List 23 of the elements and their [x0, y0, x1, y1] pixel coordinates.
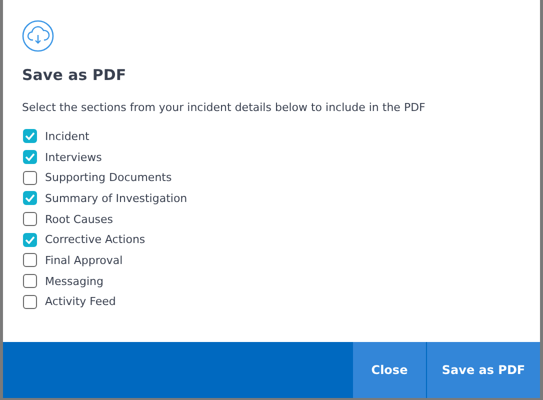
checkbox-label: Incident [45, 130, 90, 143]
checkbox-label: Interviews [45, 150, 102, 164]
checkbox[interactable] [23, 274, 37, 288]
checkbox[interactable] [23, 129, 37, 144]
checkbox[interactable] [23, 170, 37, 185]
dialog-title: Save as PDF [22, 66, 128, 84]
checkbox[interactable] [23, 150, 37, 164]
checkbox[interactable] [23, 232, 37, 247]
checkbox-label: Messaging [45, 274, 104, 288]
checkbox-label: Activity Feed [45, 295, 116, 308]
checkbox[interactable] [23, 294, 37, 309]
instructions-text: Select the sections from your incident details below to include in the PDF [22, 101, 426, 114]
checkbox-label: Corrective Actions [45, 233, 146, 246]
checkbox-label: Supporting Documents [45, 171, 172, 184]
checkbox[interactable] [23, 253, 37, 268]
close-button[interactable]: Close [353, 342, 426, 398]
checkbox-label: Root Causes [45, 212, 114, 226]
save-pdf-button[interactable]: Save as PDF [427, 342, 540, 398]
cloud-download-icon [22, 20, 54, 52]
checkbox[interactable] [23, 212, 37, 226]
checkbox[interactable] [23, 191, 37, 206]
checkbox-label: Summary of Investigation [45, 192, 188, 205]
checkbox-label: Final Approval [45, 254, 123, 267]
